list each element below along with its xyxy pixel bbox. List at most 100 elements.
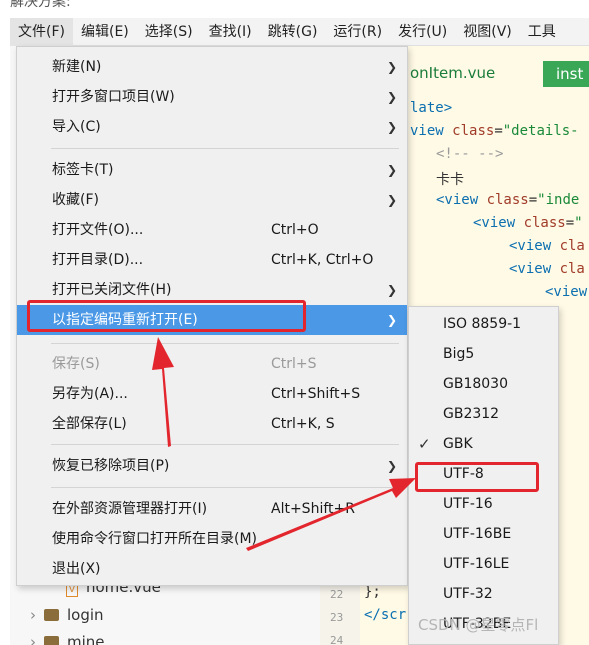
tree-folder-login[interactable]: › login [30, 606, 104, 624]
line-number: 23 [330, 611, 344, 624]
menu-item-open-in-explorer[interactable]: 在外部资源管理器打开(I) Alt+Shift+R [17, 494, 407, 524]
menu-item-label: 打开文件(O)... [52, 222, 144, 238]
menu-item-favorites[interactable]: 收藏(F) ❯ [17, 185, 407, 215]
chevron-right-icon: ❯ [387, 283, 398, 297]
menu-separator [51, 487, 399, 488]
menu-item-save: 保存(S) Ctrl+S [17, 349, 407, 379]
menu-item-shortcut: Ctrl+K, S [271, 416, 335, 432]
menu-item-open-in-terminal[interactable]: 使用命令行窗口打开所在目录(M) [17, 524, 407, 554]
code-token: view [410, 123, 453, 139]
menu-item-label: 退出(X) [52, 561, 101, 577]
code-line: }; [364, 584, 381, 600]
code-token: <view [473, 215, 524, 231]
chevron-right-icon: › [30, 606, 36, 624]
code-line: late> [410, 100, 452, 116]
encoding-item-gb18030[interactable]: GB18030 [409, 369, 558, 399]
menu-run[interactable]: 运行(R) [325, 18, 390, 46]
chevron-right-icon: ❯ [387, 163, 398, 177]
install-button[interactable]: inst [543, 61, 589, 87]
menu-select[interactable]: 选择(S) [137, 18, 201, 46]
encoding-item-gbk[interactable]: ✓ GBK [409, 429, 558, 459]
code-token: late> [410, 100, 453, 116]
menu-separator [51, 148, 399, 149]
encoding-item-big5[interactable]: Big5 [409, 339, 558, 369]
code-token: class [523, 215, 566, 231]
menu-item-save-all[interactable]: 全部保存(L) Ctrl+K, S [17, 409, 407, 439]
encoding-item-utf-32[interactable]: UTF-32 [409, 579, 558, 609]
menu-find[interactable]: 查找(I) [201, 18, 260, 46]
code-token: "details- [502, 123, 579, 139]
encoding-item-utf-16be[interactable]: UTF-16BE [409, 519, 558, 549]
menu-item-label: 在外部资源管理器打开(I) [52, 501, 208, 517]
watermark: CSDN @星零点Fl [418, 616, 539, 634]
menu-tools[interactable]: 工具 [520, 18, 564, 46]
code-line: <!-- --> [436, 146, 503, 162]
menu-item-label: 另存为(A)... [52, 386, 128, 402]
tree-folder-mine[interactable]: › mine [30, 633, 105, 645]
code-line: <view class=" [473, 215, 583, 231]
folder-icon [44, 609, 59, 621]
menu-bar: 文件(F) 编辑(E) 选择(S) 查找(I) 跳转(G) 运行(R) 发行(U… [10, 17, 589, 46]
menu-separator [51, 444, 399, 445]
annotation-box-reopen [27, 300, 306, 332]
menu-publish[interactable]: 发行(U) [390, 18, 455, 46]
code-token: cla [559, 238, 585, 254]
menu-item-tabs[interactable]: 标签卡(T) ❯ [17, 155, 407, 185]
code-line: <view cla [509, 238, 585, 254]
encoding-item-iso-8859-1[interactable]: ISO 8859-1 [409, 309, 558, 339]
menu-item-label: 打开目录(D)... [52, 252, 144, 268]
encoding-item-utf-16[interactable]: UTF-16 [409, 489, 558, 519]
menu-item-label: 全部保存(L) [52, 416, 127, 432]
encoding-label: UTF-16BE [443, 526, 512, 542]
code-token: = [528, 192, 538, 208]
menu-item-label: 收藏(F) [52, 192, 99, 208]
encoding-label: GB2312 [443, 406, 500, 422]
menu-item-restore-removed[interactable]: 恢复已移除项目(P) ❯ [17, 451, 407, 481]
menu-item-import[interactable]: 导入(C) ❯ [17, 112, 407, 142]
annotation-box-utf8 [415, 462, 539, 492]
code-token: <!-- --> [436, 146, 504, 162]
code-token: <view [509, 238, 560, 254]
line-number: 22 [330, 588, 344, 601]
code-line: 卡卡 [436, 169, 464, 189]
menu-item-open-file[interactable]: 打开文件(O)... Ctrl+O [17, 215, 407, 245]
menu-goto[interactable]: 跳转(G) [260, 18, 326, 46]
menu-file[interactable]: 文件(F) [10, 17, 73, 46]
code-token: class [486, 192, 529, 208]
checkmark-icon: ✓ [418, 435, 431, 453]
menu-item-open-multi-window[interactable]: 打开多窗口项目(W) ❯ [17, 82, 407, 112]
folder-icon [44, 636, 59, 645]
menu-item-label: 保存(S) [52, 356, 100, 372]
encoding-label: GB18030 [443, 376, 508, 392]
code-token: "inde [537, 192, 580, 208]
encoding-label: UTF-32 [443, 586, 493, 602]
menu-item-label: 导入(C) [52, 119, 101, 135]
chevron-right-icon: ❯ [387, 120, 398, 134]
menu-item-label: 新建(N) [52, 59, 102, 75]
chevron-right-icon: ❯ [387, 459, 398, 473]
menu-item-open-folder[interactable]: 打开目录(D)... Ctrl+K, Ctrl+O [17, 245, 407, 275]
encoding-item-utf-16le[interactable]: UTF-16LE [409, 549, 558, 579]
menu-item-shortcut: Alt+Shift+R [271, 501, 355, 517]
tree-folder-label: login [67, 606, 104, 624]
encoding-label: UTF-16LE [443, 556, 510, 572]
tree-folder-label: mine [67, 633, 105, 645]
menu-view[interactable]: 视图(V) [455, 18, 520, 46]
code-token: <view [545, 284, 588, 300]
code-line: <view cla [509, 261, 585, 277]
chevron-right-icon: ❯ [387, 60, 398, 74]
menu-item-label: 打开多窗口项目(W) [52, 89, 175, 105]
code-token: cla [559, 261, 585, 277]
menu-item-exit[interactable]: 退出(X) [17, 554, 407, 584]
encoding-item-gb2312[interactable]: GB2312 [409, 399, 558, 429]
menu-item-save-as[interactable]: 另存为(A)... Ctrl+Shift+S [17, 379, 407, 409]
code-token: <view [436, 192, 487, 208]
menu-item-label: 恢复已移除项目(P) [52, 458, 170, 474]
menu-item-label: 使用命令行窗口打开所在目录(M) [52, 531, 258, 547]
menu-item-shortcut: Ctrl+Shift+S [271, 386, 361, 402]
editor-tab-title[interactable]: onItem.vue [410, 64, 495, 82]
menu-item-new[interactable]: 新建(N) ❯ [17, 52, 407, 82]
encoding-label: UTF-16 [443, 496, 493, 512]
code-line: </scr [364, 607, 407, 623]
menu-edit[interactable]: 编辑(E) [73, 18, 137, 46]
